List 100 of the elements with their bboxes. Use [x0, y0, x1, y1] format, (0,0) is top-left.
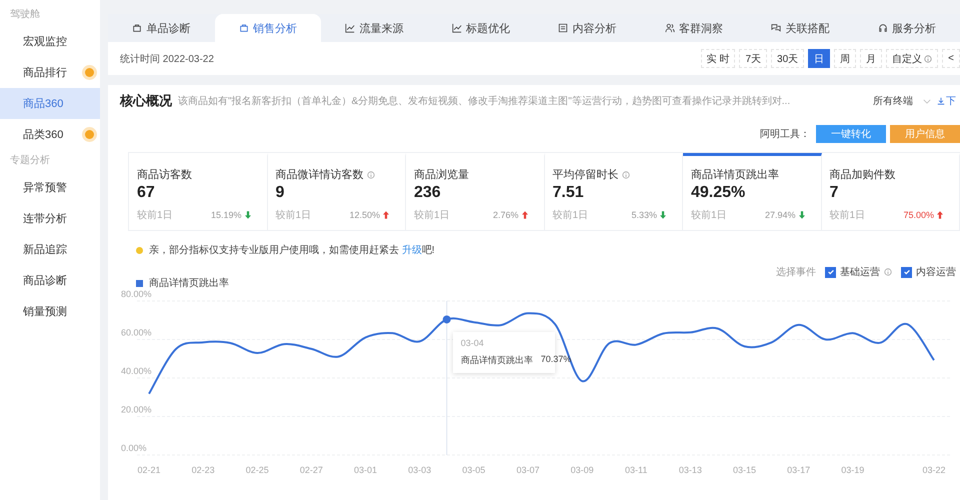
- y-axis-label: 0.00%: [121, 443, 147, 453]
- tooltip-date: 03-04: [460, 338, 485, 348]
- tooltip-series: 商品详情页跳出率: [460, 354, 533, 368]
- metric-label: 商品微详情访客数: [276, 168, 364, 182]
- notice-text: 亲，部分指标仅支持专业版用户使用哦，如需使用赶紧去 升级吧!: [149, 244, 435, 257]
- terminal-dropdown[interactable]: 所有终端: [873, 94, 931, 108]
- date-range-button[interactable]: 月: [860, 49, 882, 68]
- y-axis-label: 60.00%: [121, 328, 152, 338]
- metric-card[interactable]: 商品加购件数 7 较前1日 75.00%: [822, 153, 960, 230]
- sidebar-item[interactable]: 商品诊断: [0, 265, 100, 296]
- metric-value: 7: [830, 184, 840, 202]
- metric-card[interactable]: 商品浏览量 236 较前1日 2.76%: [406, 153, 544, 230]
- compare-label: 较前1日: [414, 208, 451, 222]
- tab[interactable]: 单品诊断: [108, 14, 214, 42]
- sidebar-section-title: 驾驶舱: [9, 8, 41, 22]
- data-point: [442, 315, 451, 324]
- tab[interactable]: 关联搭配: [747, 14, 854, 42]
- change-value: 27.94%: [764, 210, 796, 220]
- sidebar-item[interactable]: 商品排行: [0, 57, 100, 88]
- x-axis-label: 02-23: [192, 465, 215, 475]
- sidebar-section-title: 专题分析: [9, 154, 51, 168]
- checkmark-icon: [826, 268, 834, 276]
- sidebar-item[interactable]: 异常预警: [0, 172, 100, 203]
- x-axis-label: 03-11: [625, 465, 648, 475]
- sidebar-item[interactable]: 商品360: [0, 88, 100, 119]
- x-axis-label: 02-25: [246, 465, 269, 475]
- checkbox-label: 基础运营: [840, 266, 880, 279]
- compare-label: 较前1日: [137, 208, 174, 222]
- description-text: 该商品如有"报名新客折扣（首单礼金）&分期免息、发布短视频、修改手淘推荐渠道主图"等运营行动，趋势图可查看操作记录并跳转到对...: [178, 94, 790, 108]
- sidebar-item[interactable]: 销量预测: [0, 296, 100, 327]
- metric-card[interactable]: 商品访客数 67 较前1日 15.19%: [129, 153, 268, 230]
- upgrade-link[interactable]: 升级: [402, 245, 422, 256]
- bag-icon: [238, 23, 249, 33]
- headset-icon: [878, 23, 888, 33]
- sidebar-item[interactable]: 宏观监控: [0, 26, 100, 57]
- people-icon: [664, 23, 675, 33]
- x-axis-label: 03-22: [922, 465, 946, 475]
- checkbox[interactable]: [825, 266, 836, 278]
- metric-label: 商品加购件数: [830, 168, 896, 182]
- tab[interactable]: 流量来源: [321, 14, 428, 42]
- x-axis-label: 03-05: [462, 465, 486, 475]
- date-range-button[interactable]: 周: [834, 49, 856, 68]
- x-axis-label: 03-15: [733, 465, 756, 475]
- change-value: 12.50%: [349, 210, 380, 220]
- metric-label: 平均停留时长: [552, 168, 618, 182]
- tab[interactable]: 标题优化: [428, 14, 534, 42]
- sidebar-item[interactable]: 连带分析: [0, 203, 100, 234]
- x-axis-label: 03-07: [516, 465, 540, 475]
- metric-value: 49.25%: [691, 184, 746, 202]
- metric-label: 商品浏览量: [414, 168, 469, 182]
- bag-icon: [132, 23, 142, 33]
- compare-label: 较前1日: [276, 208, 312, 222]
- metric-label: 商品详情页跳出率: [691, 168, 779, 182]
- events-label: 选择事件: [776, 266, 816, 279]
- tab[interactable]: 服务分析: [854, 14, 960, 42]
- line-chart-icon: [345, 23, 356, 33]
- x-axis-label: 03-17: [787, 465, 810, 475]
- compare-label: 较前1日: [830, 208, 866, 222]
- x-axis-label: 03-01: [354, 465, 378, 475]
- y-axis-label: 20.00%: [121, 404, 152, 414]
- x-axis-label: 03-03: [408, 465, 432, 475]
- metric-value: 67: [137, 184, 156, 202]
- download-link[interactable]: 下: [937, 94, 960, 108]
- date-range-button[interactable]: 7天: [739, 49, 768, 68]
- notice-dot: [136, 246, 143, 254]
- compare-label: 较前1日: [552, 208, 590, 222]
- legend-label: 商品详情页跳出率: [149, 276, 229, 290]
- checkmark-icon: [902, 268, 910, 276]
- y-axis-label: 80.00%: [121, 289, 152, 299]
- metric-card[interactable]: 商品微详情访客数 9 较前1日 12.50%: [268, 153, 406, 230]
- date-range-button[interactable]: 实 时: [700, 49, 736, 68]
- metric-value: 236: [414, 184, 442, 202]
- date-range-button[interactable]: 30天: [771, 49, 804, 68]
- date-range-button[interactable]: 自定义: [886, 49, 938, 68]
- x-axis-label: 03-19: [841, 465, 864, 475]
- metric-card[interactable]: 商品详情页跳出率 49.25% 较前1日 27.94%: [683, 153, 822, 230]
- tab[interactable]: 内容分析: [534, 14, 640, 42]
- sidebar-item[interactable]: 品类360: [0, 119, 100, 150]
- tab[interactable]: 客群洞察: [640, 14, 747, 42]
- tab[interactable]: 销售分析: [214, 14, 321, 42]
- previous-button[interactable]: <: [942, 49, 960, 68]
- tools-label: 阿明工具：: [760, 128, 810, 141]
- download-icon: [937, 97, 945, 105]
- y-axis-label: 40.00%: [121, 366, 152, 376]
- metric-card[interactable]: 平均停留时长 7.51 较前1日 5.33%: [544, 153, 683, 230]
- caret-icon: [923, 98, 931, 104]
- x-axis-label: 02-27: [300, 465, 323, 475]
- chat-bubbles-icon: [771, 23, 782, 33]
- metric-label: 商品访客数: [137, 168, 192, 182]
- change-value: 5.33%: [631, 210, 657, 220]
- checkbox-label: 内容运营: [916, 266, 956, 279]
- section-title: 核心概况: [120, 92, 172, 110]
- line-chart-icon: [452, 23, 462, 33]
- x-axis-label: 03-09: [570, 465, 594, 475]
- checkbox[interactable]: [901, 266, 912, 278]
- sidebar-item[interactable]: 新品追踪: [0, 234, 100, 265]
- x-axis-label: 02-21: [137, 465, 161, 475]
- metric-value: 9: [276, 184, 286, 202]
- change-value: 75.00%: [903, 210, 934, 220]
- date-range-button[interactable]: 日: [808, 49, 830, 68]
